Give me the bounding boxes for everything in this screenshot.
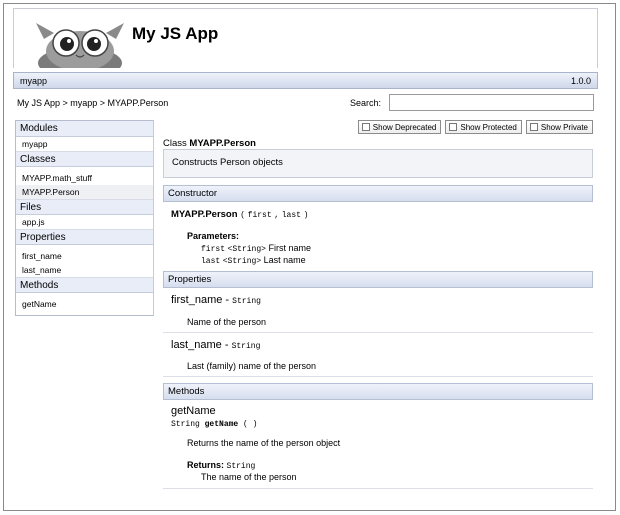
version-label: 1.0.0 — [570, 76, 591, 86]
sidebar: Modules myapp Classes MYAPP.math_stuff M… — [15, 120, 154, 316]
search-label: Search: — [350, 98, 382, 108]
property-name: last_name — [171, 339, 222, 351]
show-deprecated-toggle[interactable]: Show Deprecated — [357, 120, 442, 134]
checkbox-icon[interactable] — [361, 123, 370, 131]
show-deprecated-label: Show Deprecated — [372, 122, 437, 132]
param-last: last <String> Last name — [201, 255, 306, 266]
method-return-type: String — [171, 420, 200, 429]
class-name: MYAPP.Person — [189, 138, 256, 149]
sidebar-heading-files: Files — [16, 199, 153, 215]
method-name: getName — [171, 405, 216, 417]
returns-type: String — [226, 462, 256, 471]
property-type: String — [231, 342, 261, 351]
returns-label: Returns: — [187, 460, 225, 470]
returns-description: The name of the person — [201, 472, 297, 482]
constructor-signature: MYAPP.Person ( first , last ) — [171, 209, 308, 220]
search-input[interactable] — [389, 94, 594, 111]
breadcrumb: My JS App > myapp > MYAPP.Person — [17, 98, 169, 108]
show-private-toggle[interactable]: Show Private — [525, 120, 593, 134]
class-prefix: Class — [163, 138, 187, 149]
show-private-label: Show Private — [540, 122, 588, 132]
sig-comma: , — [274, 211, 280, 220]
property-first-name: first_name - String — [171, 294, 261, 306]
param-first: first <String> First name — [201, 243, 311, 254]
sidebar-item-myapp[interactable]: myapp — [16, 137, 153, 151]
visibility-toggles: Show Deprecated Show Protected Show Priv… — [357, 120, 593, 134]
sidebar-item-first-name[interactable]: first_name — [16, 249, 153, 263]
property-sep: - — [225, 294, 230, 306]
param-desc: First name — [268, 243, 311, 253]
param-desc: Last name — [263, 255, 306, 265]
sidebar-item-person[interactable]: MYAPP.Person — [16, 185, 153, 199]
property-description: Last (family) name of the person — [187, 361, 317, 371]
header-banner: My JS App — [13, 8, 598, 68]
returns-line: Returns: String — [187, 460, 255, 471]
sidebar-item-last-name[interactable]: last_name — [16, 263, 153, 277]
param-name: first — [201, 245, 226, 254]
parameters-heading: Parameters: — [187, 231, 240, 241]
breadcrumb-row: My JS App > myapp > MYAPP.Person Search: — [13, 93, 598, 113]
sidebar-item-getname[interactable]: getName — [16, 297, 153, 311]
constructor-heading: Constructor — [163, 185, 593, 202]
module-bar: myapp 1.0.0 — [13, 72, 598, 89]
divider — [163, 488, 593, 489]
method-sig-name: getName — [204, 420, 239, 429]
sidebar-heading-classes: Classes — [16, 151, 153, 167]
sidebar-item-app-js[interactable]: app.js — [16, 215, 153, 229]
checkbox-icon[interactable] — [449, 123, 458, 131]
sidebar-heading-properties: Properties — [16, 229, 153, 245]
constructor-name: MYAPP.Person — [171, 209, 238, 220]
class-description: Constructs Person objects — [163, 149, 593, 178]
show-protected-toggle[interactable]: Show Protected — [445, 120, 522, 134]
method-description: Returns the name of the person object — [187, 438, 341, 448]
sidebar-item-math-stuff[interactable]: MYAPP.math_stuff — [16, 171, 153, 185]
sidebar-heading-methods: Methods — [16, 277, 153, 293]
sig-arg-first: first — [247, 211, 272, 220]
property-last-name: last_name - String — [171, 339, 260, 351]
divider — [163, 376, 593, 377]
sig-open-paren: ( — [240, 211, 245, 220]
property-name: first_name — [171, 294, 223, 306]
app-title: My JS App — [132, 24, 219, 43]
main-content: Show Deprecated Show Protected Show Priv… — [163, 120, 593, 500]
method-sig-parens: ( ) — [243, 420, 258, 429]
show-protected-label: Show Protected — [460, 122, 517, 132]
property-description: Name of the person — [187, 317, 267, 327]
sig-close-paren: ) — [303, 211, 309, 220]
param-type: <String> — [222, 257, 262, 266]
method-signature: String getName ( ) — [171, 420, 257, 429]
sig-arg-last: last — [281, 211, 301, 220]
property-type: String — [232, 297, 261, 306]
module-name: myapp — [20, 76, 48, 86]
checkbox-icon[interactable] — [529, 123, 538, 131]
param-name: last — [201, 257, 221, 266]
sidebar-heading-modules: Modules — [16, 121, 153, 137]
property-sep: - — [224, 339, 229, 351]
param-type: <String> — [227, 245, 266, 254]
methods-heading: Methods — [163, 383, 593, 400]
class-title: Class MYAPP.Person — [163, 138, 256, 149]
divider — [163, 332, 593, 333]
tarsier-logo-icon — [36, 23, 124, 68]
properties-heading: Properties — [163, 271, 593, 288]
